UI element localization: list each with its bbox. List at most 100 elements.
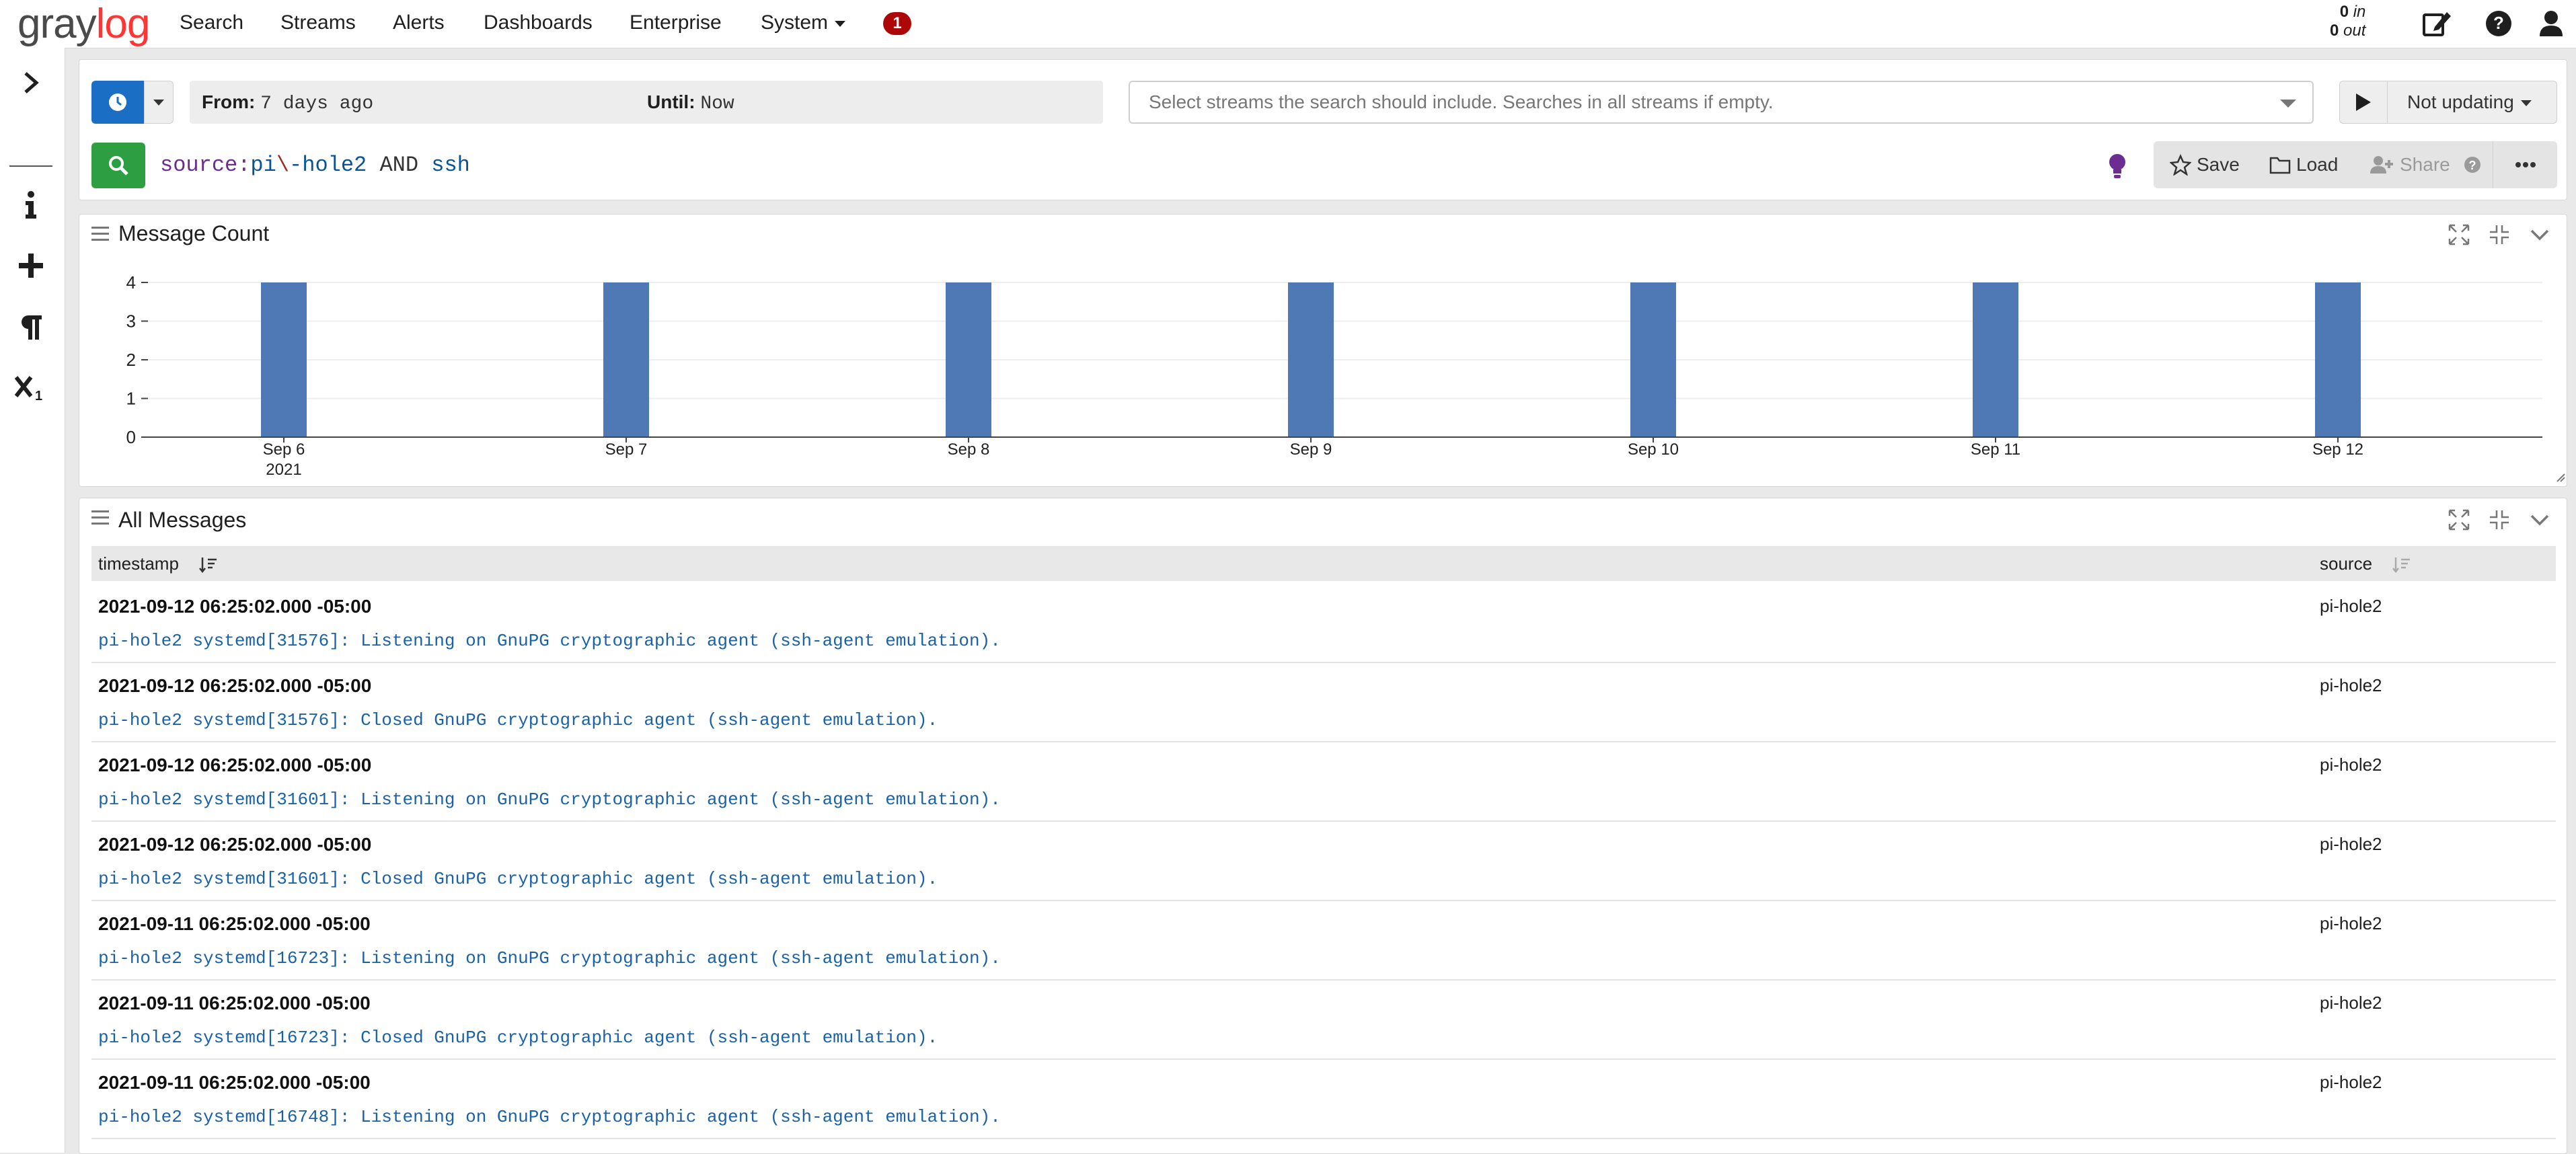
refresh-label: Not updating [2407, 91, 2514, 112]
table-row[interactable]: 2021-09-11 06:25:02.000 -05:00 pi-hole2 … [91, 979, 2556, 1060]
chart-bar[interactable] [1288, 282, 1334, 437]
drag-handle-icon[interactable] [91, 510, 109, 525]
chart-x-ticks: Sep 6 2021 Sep 7 Sep 8 Sep 9 Sep 10 Sep 11 Sep … [263, 437, 2363, 479]
message-source: pi-hole2 [2320, 993, 2382, 1013]
graylog-logo[interactable]: gray log [17, 0, 151, 47]
table-row[interactable]: 2021-09-12 06:25:02.000 -05:00 pi-hole2 … [91, 662, 2556, 742]
from-value: 7 days ago [260, 93, 374, 114]
load-label: Load [2296, 154, 2339, 175]
y-tick-label: 0 [126, 427, 136, 447]
chart-bar[interactable] [1973, 282, 2018, 437]
from-label: From: [202, 91, 256, 112]
nav-enterprise-link[interactable]: Enterprise [630, 0, 722, 46]
compress-icon[interactable] [2487, 508, 2511, 532]
maximize-icon[interactable] [2447, 223, 2471, 247]
message-text: pi-hole2 systemd[31576]: Closed GnuPG cr… [98, 710, 938, 730]
share-button[interactable]: Share ? [2370, 141, 2481, 188]
paragraph-icon[interactable] [9, 306, 52, 349]
message-source: pi-hole2 [2320, 834, 2382, 854]
widget-title: Message Count [118, 221, 270, 245]
x-tick-label: Sep 12 [2312, 440, 2363, 459]
streams-select[interactable]: Select streams the search should include… [1129, 81, 2314, 124]
nav-streams-link[interactable]: Streams [280, 0, 356, 46]
column-header-timestamp[interactable]: timestamp [98, 546, 217, 581]
chart-bar[interactable] [1630, 282, 1676, 437]
search-query-input[interactable]: source:pi\-hole2 AND ssh [160, 147, 470, 184]
chevron-down-icon[interactable] [2528, 223, 2552, 247]
chevron-down-icon[interactable] [2528, 508, 2552, 532]
table-row[interactable]: 2021-09-12 06:25:02.000 -05:00 pi-hole2 … [91, 741, 2556, 822]
save-button[interactable]: Save [2170, 141, 2240, 188]
y-tick-label: 2 [126, 350, 136, 370]
sort-descending-icon[interactable] [198, 556, 217, 574]
nav-system-dropdown[interactable]: System [761, 0, 846, 46]
refresh-interval-dropdown[interactable]: Not updating [2407, 81, 2532, 123]
message-text: pi-hole2 systemd[31576]: Listening on Gn… [98, 631, 1001, 651]
query-field: source: [160, 153, 251, 178]
table-row[interactable]: 2021-09-11 06:25:02.000 -05:00 pi-hole2 … [91, 900, 2556, 980]
play-button[interactable] [2340, 81, 2388, 123]
lightbulb-icon[interactable] [2105, 152, 2129, 180]
notification-badge[interactable]: 1 [883, 12, 911, 35]
function-icon[interactable]: 1 [9, 367, 52, 410]
x-tick-label: Sep 6 [263, 440, 305, 459]
source-header-label: source [2320, 553, 2373, 574]
x-tick-label: Sep 10 [1628, 440, 1679, 459]
edit-icon[interactable] [2420, 7, 2454, 40]
logo-text-red: log [96, 0, 151, 47]
star-icon [2170, 154, 2191, 176]
message-timestamp: 2021-09-12 06:25:02.000 -05:00 [98, 596, 372, 617]
time-range-type-button[interactable] [91, 81, 144, 124]
sidebar-divider [9, 165, 52, 167]
x-tick-label: Sep 8 [948, 440, 990, 459]
chart-bar[interactable] [261, 282, 307, 437]
message-timestamp: 2021-09-12 06:25:02.000 -05:00 [98, 675, 372, 696]
compress-icon[interactable] [2487, 223, 2511, 247]
share-label: Share [2400, 154, 2450, 175]
query-value-part2: -hole2 [289, 153, 367, 178]
resize-handle-icon[interactable] [2556, 473, 2565, 482]
until-label: Until: [647, 91, 695, 112]
svg-text:?: ? [2468, 159, 2476, 172]
message-source: pi-hole2 [2320, 1072, 2382, 1092]
load-button[interactable]: Load [2269, 141, 2338, 188]
throughput-in-count: 0 [2339, 3, 2349, 21]
throughput-out-count: 0 [2330, 22, 2339, 40]
chevron-down-icon [2520, 100, 2532, 107]
chevron-down-icon [153, 99, 164, 106]
throughput-indicator[interactable]: 0 in 0 out [2330, 3, 2365, 40]
help-icon: ? [2464, 157, 2480, 173]
column-header-source[interactable]: source [2320, 546, 2411, 581]
chart-bar[interactable] [603, 282, 649, 437]
user-icon[interactable] [2534, 7, 2568, 40]
query-value-part1: pi [250, 153, 276, 178]
table-row[interactable]: 2021-09-11 06:25:02.000 -05:00 pi-hole2 … [91, 1059, 2556, 1139]
nav-dashboards-link[interactable]: Dashboards [484, 0, 593, 46]
nav-search-link[interactable]: Search [180, 0, 243, 46]
chart-bar[interactable] [946, 282, 991, 437]
search-submit-button[interactable] [91, 143, 145, 188]
y-tick-label: 3 [126, 311, 136, 332]
table-row[interactable]: 2021-09-12 06:25:02.000 -05:00 pi-hole2 … [91, 820, 2556, 901]
nav-alerts-link[interactable]: Alerts [393, 0, 445, 46]
chart-bar[interactable] [2315, 282, 2361, 437]
x-year-label: 2021 [266, 461, 301, 479]
maximize-icon[interactable] [2447, 508, 2471, 532]
expand-chevron-icon[interactable] [9, 61, 52, 104]
message-text: pi-hole2 systemd[16748]: Listening on Gn… [98, 1107, 1001, 1127]
plus-icon[interactable] [9, 244, 52, 287]
sort-icon[interactable] [2392, 556, 2411, 574]
widget-title: All Messages [118, 508, 247, 532]
table-row[interactable]: 2021-09-12 06:25:02.000 -05:00 pi-hole2 … [91, 582, 2556, 663]
query-escape: \ [276, 153, 290, 178]
message-text: pi-hole2 systemd[31601]: Closed GnuPG cr… [98, 869, 938, 889]
time-range-display[interactable]: From: 7 days ago Until: Now [190, 81, 1103, 124]
message-timestamp: 2021-09-12 06:25:02.000 -05:00 [98, 755, 372, 775]
message-source: pi-hole2 [2320, 755, 2382, 775]
y-tick-label: 1 [126, 389, 136, 409]
help-icon[interactable]: ? [2482, 7, 2515, 40]
drag-handle-icon[interactable] [91, 227, 109, 241]
time-range-dropdown-toggle[interactable] [144, 81, 174, 124]
more-actions-button[interactable] [2493, 141, 2558, 188]
info-icon[interactable] [9, 184, 52, 227]
